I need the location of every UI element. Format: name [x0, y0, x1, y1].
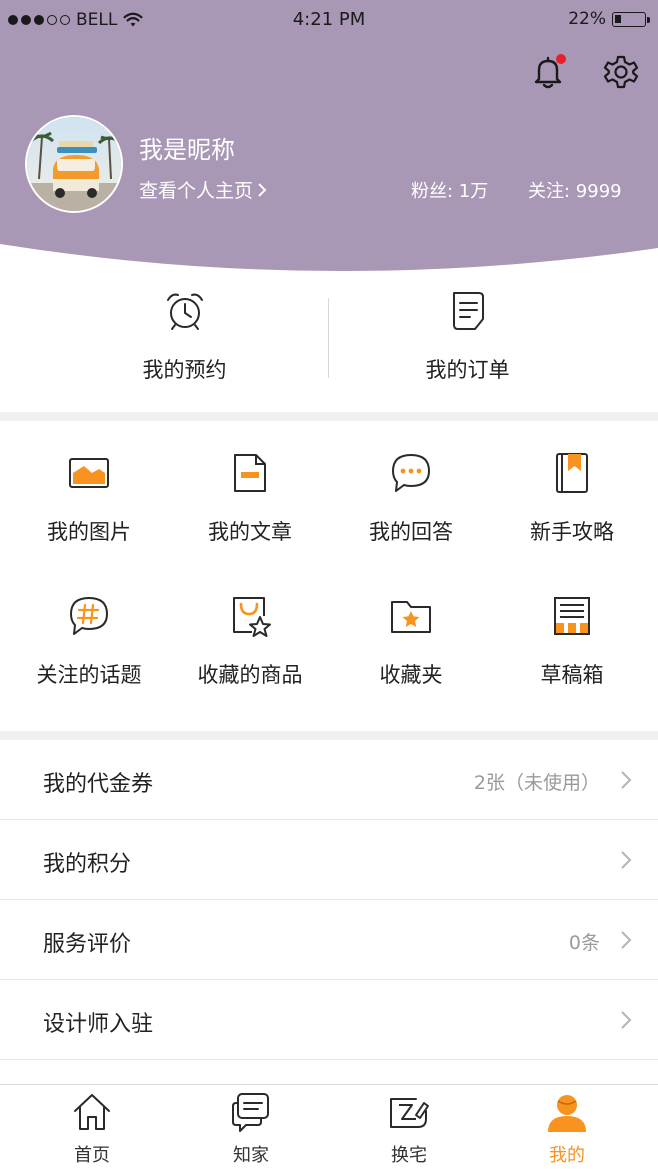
tab-mine[interactable]: 我的 — [485, 1085, 649, 1169]
chevron-right-icon — [621, 1011, 632, 1029]
document-icon — [452, 292, 484, 330]
tab-label: 首页 — [74, 1145, 110, 1166]
tab-label: 我的 — [549, 1145, 585, 1166]
exchange-icon — [390, 1098, 429, 1128]
status-bar: BELL 4:21 PM 22% — [0, 0, 658, 38]
grid-item-beginner-guide[interactable]: 新手攻略 — [490, 421, 654, 551]
list-item-vouchers[interactable]: 我的代金券 2张（未使用） — [0, 740, 658, 820]
chevron-right-icon — [621, 931, 632, 949]
notification-badge — [556, 54, 566, 64]
grid-item-drafts[interactable]: 草稿箱 — [490, 564, 654, 694]
chevron-right-icon — [621, 771, 632, 789]
list-item-designer-join[interactable]: 设计师入驻 — [0, 980, 658, 1060]
grid-item-label: 我的文章 — [208, 520, 292, 544]
status-time: 4:21 PM — [292, 9, 366, 30]
bell-icon[interactable] — [528, 52, 568, 92]
tab-label: 知家 — [233, 1145, 269, 1166]
quick-actions: 我的预约 我的订单 — [0, 280, 658, 412]
hashtag-icon — [70, 597, 108, 635]
settings-list: 我的代金券 2张（未使用） 我的积分 服务评价 0条 设计师入驻 — [0, 740, 658, 1060]
grid-item-label: 新手攻略 — [530, 520, 614, 544]
quick-item-appointment[interactable]: 我的预约 — [20, 280, 349, 412]
quick-item-orders[interactable]: 我的订单 — [303, 280, 632, 412]
article-icon — [234, 454, 266, 492]
list-item-value: 2张（未使用） — [473, 772, 600, 794]
chevron-right-icon — [621, 851, 632, 869]
grid-item-label: 关注的话题 — [36, 663, 142, 687]
grid-item-followed-topics[interactable]: 关注的话题 — [7, 564, 171, 694]
grid-item-saved-goods[interactable]: 收藏的商品 — [168, 564, 332, 694]
quick-item-label: 我的预约 — [142, 358, 227, 382]
list-item-points[interactable]: 我的积分 — [0, 820, 658, 900]
chevron-right-icon — [258, 182, 267, 197]
tab-zhijia[interactable]: 知家 — [169, 1085, 333, 1169]
guide-book-icon — [556, 453, 588, 493]
nickname: 我是昵称 — [139, 136, 235, 164]
following-count[interactable]: 关注: 9999 — [528, 177, 622, 203]
tab-huanzhai[interactable]: 换宅 — [327, 1085, 491, 1169]
section-separator — [0, 731, 658, 740]
gear-icon[interactable] — [601, 52, 641, 92]
favorite-goods-icon — [233, 597, 271, 637]
grid-item-label: 收藏的商品 — [197, 663, 303, 687]
chat-bubble-icon — [392, 454, 430, 492]
grid-item-label: 收藏夹 — [379, 663, 443, 687]
grid-item-my-answers[interactable]: 我的回答 — [329, 421, 493, 551]
list-item-label: 我的代金券 — [43, 772, 154, 797]
grid-item-label: 我的图片 — [47, 520, 131, 544]
list-item-label: 设计师入驻 — [43, 1012, 154, 1037]
grid-item-favorites-folder[interactable]: 收藏夹 — [329, 564, 493, 694]
fans-count[interactable]: 粉丝: 1万 — [411, 177, 488, 203]
view-profile-label: 查看个人主页 — [139, 180, 254, 202]
star-folder-icon — [391, 601, 431, 633]
grid-item-label: 草稿箱 — [540, 663, 604, 687]
battery-percent: 22% — [568, 9, 606, 29]
list-item-service-reviews[interactable]: 服务评价 0条 — [0, 900, 658, 980]
list-item-value: 0条 — [568, 932, 600, 954]
list-item-label: 我的积分 — [43, 852, 132, 877]
list-item-label: 服务评价 — [43, 932, 132, 957]
bottom-tab-bar: 首页 知家 换宅 我的 — [0, 1084, 658, 1169]
tab-label: 换宅 — [391, 1145, 427, 1166]
view-profile-link[interactable]: 查看个人主页 — [139, 176, 267, 203]
user-icon — [548, 1095, 586, 1132]
grid-item-my-images[interactable]: 我的图片 — [7, 421, 171, 551]
avatar[interactable] — [25, 115, 123, 213]
quick-item-label: 我的订单 — [425, 358, 510, 382]
drafts-icon — [554, 597, 590, 635]
feature-grid: 我的图片 我的文章 我的回答 新手攻略 关注的话题 收藏的商品 收藏夹 草稿箱 — [0, 421, 658, 731]
alarm-clock-icon — [166, 293, 203, 330]
grid-item-my-articles[interactable]: 我的文章 — [168, 421, 332, 551]
image-icon — [69, 458, 109, 488]
battery-icon — [612, 11, 650, 27]
home-icon — [74, 1094, 110, 1130]
message-icon — [232, 1093, 269, 1132]
profile-header: BELL 4:21 PM 22% 我是昵称 查看个人主页 粉丝: 1万 关注: … — [0, 0, 658, 280]
section-separator — [0, 412, 658, 421]
tab-home[interactable]: 首页 — [10, 1085, 174, 1169]
grid-item-label: 我的回答 — [369, 520, 453, 544]
